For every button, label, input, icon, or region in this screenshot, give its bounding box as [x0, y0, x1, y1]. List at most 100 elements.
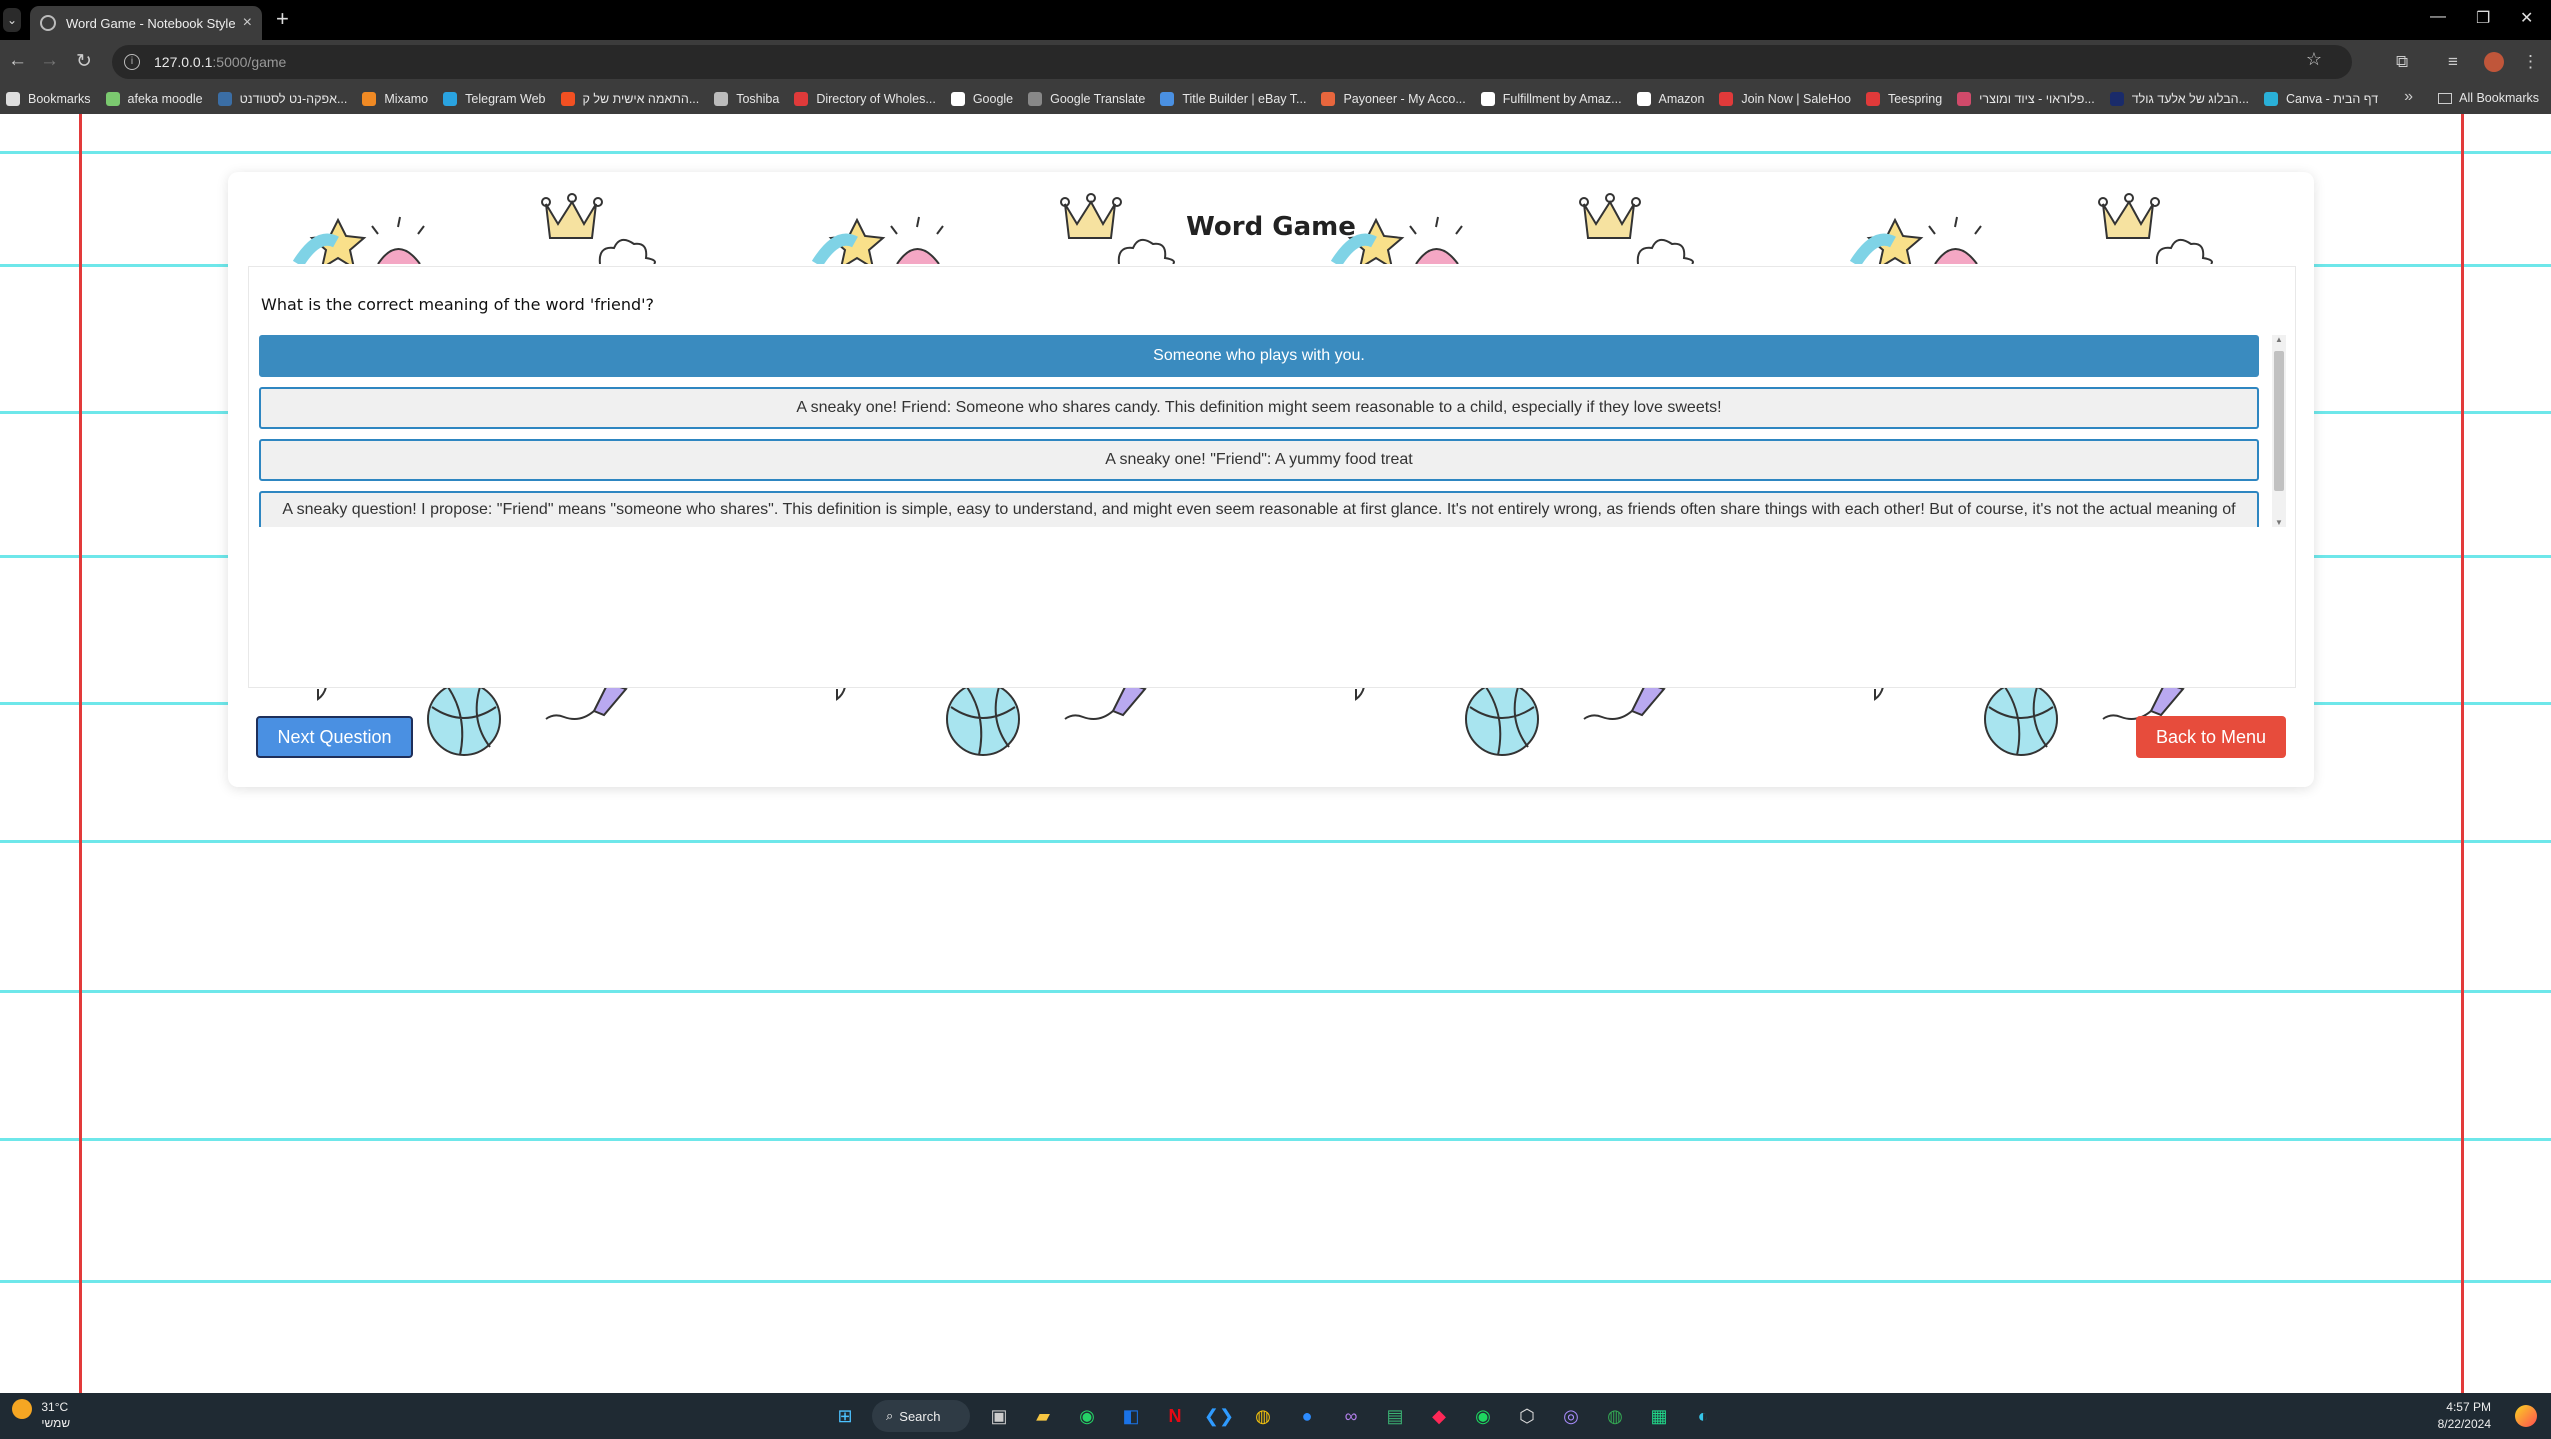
url-input[interactable]: i 127.0.0.1:5000/game ☆ [112, 45, 2352, 79]
bookmark-item[interactable]: התאמה אישית של ק... [560, 92, 699, 106]
bookmark-item[interactable]: אפקה-נט לסטודנט... [217, 92, 348, 106]
chrome-profile-icon[interactable]: ◍ [1598, 1399, 1632, 1433]
unity-icon[interactable]: ⬡ [1510, 1399, 1544, 1433]
browser-tab[interactable]: Word Game - Notebook Style × [30, 6, 262, 40]
bookmark-item[interactable]: Amazon [1636, 92, 1704, 106]
github-icon[interactable]: ◎ [1554, 1399, 1588, 1433]
tab-search-button[interactable]: ⌄ [3, 8, 21, 32]
all-bookmarks-label: All Bookmarks [2459, 91, 2539, 105]
bookmark-item[interactable]: Google Translate [1028, 92, 1145, 106]
site-info-icon[interactable]: i [124, 54, 140, 70]
pycharm-icon[interactable]: ▦ [1642, 1399, 1676, 1433]
vscode-icon[interactable]: ❮❯ [1202, 1399, 1236, 1433]
new-tab-button[interactable]: + [276, 8, 289, 30]
bookmark-favicon-icon [794, 92, 809, 106]
bookmark-item[interactable]: Payoneer - My Acco... [1321, 92, 1466, 106]
bookmark-item[interactable]: Mixamo [362, 92, 428, 106]
bookmark-favicon-icon [1719, 92, 1734, 106]
bookmark-favicon-icon [1480, 92, 1495, 106]
extensions-icon[interactable]: ⧉ [2396, 52, 2408, 72]
bookmark-item[interactable]: Join Now | SaleHoo [1719, 92, 1851, 106]
bookmark-item[interactable]: Fulfillment by Amaz... [1480, 92, 1622, 106]
bookmark-favicon-icon [1028, 92, 1043, 106]
visual-studio-icon[interactable]: ∞ [1334, 1399, 1368, 1433]
bookmark-favicon-icon [1865, 92, 1880, 106]
bookmark-item[interactable]: Google [950, 92, 1014, 106]
app-icon[interactable]: ▤ [1378, 1399, 1412, 1433]
url-host: 127.0.0.1 [154, 54, 213, 70]
search-label: Search [899, 1408, 941, 1424]
weather-widget[interactable]: 31°C שמשי [12, 1399, 70, 1431]
maximize-icon[interactable]: ❐ [2476, 8, 2490, 28]
bookmark-label: אפקה-נט לסטודנט... [239, 92, 348, 106]
back-to-menu-button[interactable]: Back to Menu [2136, 716, 2286, 758]
next-question-button[interactable]: Next Question [256, 716, 413, 758]
system-clock[interactable]: 4:57 PM 8/22/2024 [2438, 1399, 2491, 1433]
bookmark-item[interactable]: הבלוג של אלעד גולד... [2109, 92, 2250, 106]
bookmark-item[interactable]: Title Builder | eBay T... [1160, 92, 1306, 106]
file-explorer-icon[interactable]: ▰ [1026, 1399, 1060, 1433]
question-panel: What is the correct meaning of the word … [248, 266, 2296, 688]
taskbar-search[interactable]: ⌕ Search [872, 1400, 970, 1432]
windows-start-icon[interactable]: ⊞ [828, 1399, 862, 1433]
sun-icon [12, 1399, 32, 1419]
task-view-icon[interactable]: ▣ [982, 1399, 1016, 1433]
scroll-up-icon[interactable]: ▲ [2275, 335, 2283, 344]
more-bookmarks-icon[interactable]: » [2404, 88, 2413, 106]
minimize-icon[interactable]: — [2430, 8, 2446, 26]
back-icon[interactable]: ← [8, 50, 27, 72]
media-controls-icon[interactable]: ≡ [2448, 52, 2458, 72]
zoom-icon[interactable]: ● [1290, 1399, 1324, 1433]
bookmark-favicon-icon [1636, 92, 1651, 106]
copilot-icon[interactable] [2515, 1405, 2537, 1427]
url-path: :5000/game [212, 54, 287, 70]
outlook-icon[interactable]: ◧ [1114, 1399, 1148, 1433]
tab-close-icon[interactable]: × [243, 14, 252, 32]
answer-list[interactable]: Someone who plays with you. A sneaky one!… [259, 335, 2259, 527]
bookmark-item[interactable]: afeka moodle [105, 92, 203, 106]
temperature: 31°C [41, 1400, 69, 1414]
answer-option[interactable]: A sneaky question! I propose: "Friend" m… [259, 491, 2259, 527]
notebook-line [0, 1138, 2551, 1141]
answer-option[interactable]: Someone who plays with you. [259, 335, 2259, 377]
forward-icon[interactable]: → [40, 50, 59, 72]
bookmark-item[interactable]: Bookmarks [6, 92, 91, 106]
chrome-icon[interactable]: ◍ [1246, 1399, 1280, 1433]
menu-kebab-icon[interactable]: ⋮ [2522, 52, 2539, 72]
game-card: Word Game What is the correct meaning of… [228, 172, 2314, 787]
intellij-icon[interactable]: ◆ [1422, 1399, 1456, 1433]
bookmark-item[interactable]: פלוראוי - ציוד ומוצרי... [1957, 92, 2095, 106]
whatsapp-icon[interactable]: ◉ [1070, 1399, 1104, 1433]
bookmark-favicon-icon [560, 92, 575, 106]
bookmark-item[interactable]: Toshiba [714, 92, 779, 106]
bookmark-favicon-icon [950, 92, 965, 106]
answer-option[interactable]: A sneaky one! Friend: Someone who shares… [259, 387, 2259, 429]
netflix-icon[interactable]: N [1158, 1399, 1192, 1433]
bookmark-label: Google [972, 92, 1014, 106]
bookmark-label: Payoneer - My Acco... [1343, 92, 1466, 106]
scroll-down-icon[interactable]: ▼ [2275, 518, 2283, 527]
bookmark-label: Toshiba [736, 92, 780, 106]
bookmark-item[interactable]: Teespring [1865, 92, 1942, 106]
answer-scrollbar[interactable]: ▲ ▼ [2272, 335, 2286, 527]
taskbar-apps: ⊞ ⌕ Search ▣ ▰ ◉ ◧ N ❮❯ ◍ ● ∞ ▤ ◆ ◉ ⬡ ◎ ◍… [828, 1399, 1730, 1433]
bookmark-star-icon[interactable]: ☆ [2306, 49, 2322, 70]
scrollbar-thumb[interactable] [2274, 351, 2284, 491]
bookmark-label: Directory of Wholes... [816, 92, 936, 106]
edge-icon[interactable]: ◐ [1686, 1399, 1720, 1433]
reload-icon[interactable]: ↻ [76, 50, 92, 73]
bookmark-favicon-icon [443, 92, 458, 106]
bookmark-item[interactable]: Directory of Wholes... [794, 92, 936, 106]
close-window-icon[interactable]: ✕ [2520, 8, 2533, 28]
notebook-line [0, 1280, 2551, 1283]
bookmark-item[interactable]: Canva - דף הבית [2264, 92, 2378, 106]
all-bookmarks-folder[interactable]: All Bookmarks [2438, 91, 2539, 105]
notebook-margin-line [2461, 114, 2464, 1393]
bookmark-label: הבלוג של אלעד גולד... [2131, 92, 2250, 106]
bookmark-favicon-icon [714, 92, 729, 106]
profile-avatar[interactable] [2484, 52, 2504, 72]
answer-option[interactable]: A sneaky one! "Friend": A yummy food tre… [259, 439, 2259, 481]
bookmark-favicon-icon [2109, 92, 2124, 106]
bookmark-item[interactable]: Telegram Web [443, 92, 546, 106]
spotify-icon[interactable]: ◉ [1466, 1399, 1500, 1433]
